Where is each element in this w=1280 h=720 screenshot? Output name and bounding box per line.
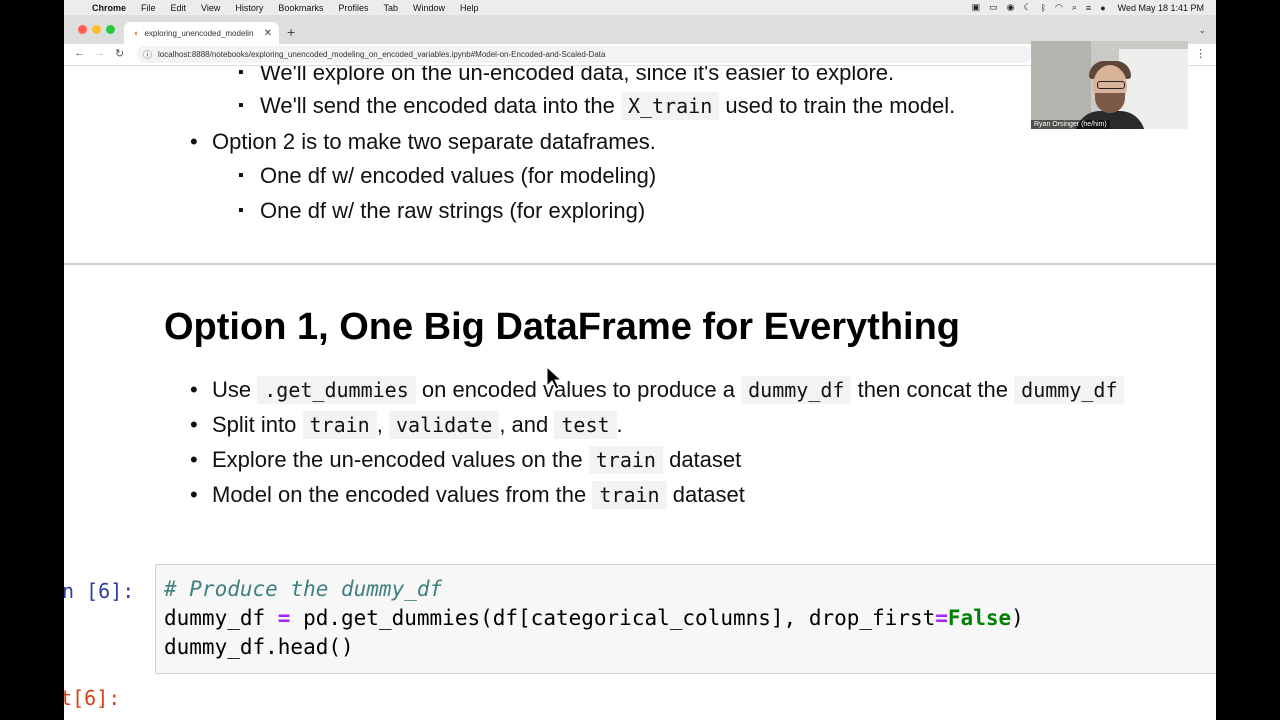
inline-code: .get_dummies <box>257 376 416 404</box>
right-letterbox <box>1216 0 1280 720</box>
notebook-content: We'll explore on the un-encoded data, si… <box>64 66 1216 720</box>
active-tab[interactable]: ◖ exploring_unencoded_modelin ✕ <box>124 22 279 44</box>
menu-file[interactable]: File <box>141 3 156 13</box>
code-line-comment: # Produce the dummy_df <box>164 577 442 601</box>
inline-code: test <box>554 411 617 439</box>
list-text: dataset <box>669 447 742 472</box>
menu-profiles[interactable]: Profiles <box>338 3 368 13</box>
inline-code: X_train <box>620 92 720 120</box>
inline-code: train <box>588 446 663 474</box>
wifi-icon[interactable]: ◠ <box>1055 2 1063 13</box>
code-line-2: dummy_df = pd.get_dummies(df[categorical… <box>164 606 1024 630</box>
section-heading: Option 1, One Big DataFrame for Everythi… <box>164 306 961 348</box>
zoom-status-icon[interactable]: ▣ <box>972 2 981 13</box>
code-keyword: False <box>947 606 1012 630</box>
menu-app-name[interactable]: Chrome <box>92 3 126 13</box>
left-letterbox <box>0 0 64 720</box>
address-bar[interactable]: ⓘ localhost:8888/notebooks/exploring_une… <box>137 46 1032 63</box>
list-text: , <box>376 412 383 437</box>
jupyter-favicon-icon: ◖ <box>133 28 139 38</box>
code-token: dummy_df <box>164 606 278 630</box>
inline-code: validate <box>388 411 500 439</box>
inline-code: dummy_df <box>741 376 852 404</box>
menu-help[interactable]: Help <box>460 3 479 13</box>
code-operator: = <box>935 606 948 630</box>
inline-code: dummy_df <box>1014 376 1125 404</box>
list-text: , and <box>499 412 549 437</box>
tab-close-icon[interactable]: ✕ <box>264 28 272 39</box>
list-item: Option 2 is to make two separate datafra… <box>190 129 656 155</box>
list-text: We'll send the encoded data into the <box>260 93 615 118</box>
menu-tab[interactable]: Tab <box>383 3 398 13</box>
macos-menubar: Chrome File Edit View History Bookmarks … <box>64 0 1216 15</box>
bluetooth-icon[interactable]: ᛒ <box>1041 3 1046 13</box>
list-item: Split into train, validate, and test. <box>190 411 623 439</box>
site-info-icon[interactable]: ⓘ <box>143 48 152 61</box>
record-icon[interactable]: ◉ <box>1007 2 1015 13</box>
minimize-window-button[interactable] <box>92 25 101 34</box>
menu-window[interactable]: Window <box>413 3 445 13</box>
list-text: Explore the un-encoded values on the <box>212 447 583 472</box>
list-text: . <box>616 412 623 437</box>
control-center-icon[interactable]: ≡ <box>1086 3 1091 13</box>
list-item: One df w/ the raw strings (for exploring… <box>238 198 645 224</box>
code-line-3: dummy_df.head() <box>164 635 354 659</box>
webcam-background <box>1031 41 1091 129</box>
tab-search-chevron-icon[interactable]: ⌄ <box>1198 25 1206 36</box>
list-text: dataset <box>672 482 745 507</box>
cell-divider <box>64 263 1216 265</box>
list-text: Use <box>212 377 252 402</box>
inline-code: train <box>592 481 667 509</box>
menu-edit[interactable]: Edit <box>171 3 187 13</box>
webcam-name-label: Ryan Orsinger (he/him) <box>1031 120 1110 129</box>
input-prompt: In [6]: <box>64 579 135 603</box>
browser-menu-icon[interactable]: ⋮ <box>1195 47 1206 60</box>
browser-tab-strip: ◖ exploring_unencoded_modelin ✕ + ⌄ <box>64 15 1216 44</box>
list-item: One df w/ encoded values (for modeling) <box>238 163 656 189</box>
search-icon[interactable]: ⌕ <box>1072 2 1077 13</box>
menubar-clock[interactable]: Wed May 18 1:41 PM <box>1118 3 1204 13</box>
menu-bookmarks[interactable]: Bookmarks <box>278 3 323 13</box>
code-comment: # Produce the dummy_df <box>164 577 443 601</box>
webcam-overlay[interactable]: Ryan Orsinger (he/him) <box>1031 41 1188 129</box>
close-window-button[interactable] <box>78 25 87 34</box>
mouse-pointer-icon <box>546 366 562 390</box>
code-cell-input[interactable]: # Produce the dummy_df dummy_df = pd.get… <box>155 564 1216 674</box>
list-item: Model on the encoded values from the tra… <box>190 481 745 509</box>
tab-title: exploring_unencoded_modelin <box>144 28 254 38</box>
list-item: Explore the un-encoded values on the tra… <box>190 446 742 474</box>
menu-view[interactable]: View <box>201 3 220 13</box>
menu-history[interactable]: History <box>235 3 263 13</box>
siri-icon[interactable]: ● <box>1100 3 1105 13</box>
screen-mirror-icon[interactable]: ▭ <box>989 2 998 13</box>
list-text: used to train the model. <box>725 93 956 118</box>
output-prompt: Out[6]: <box>64 686 121 710</box>
window-controls <box>78 25 120 34</box>
focus-moon-icon[interactable]: ☾ <box>1024 2 1032 13</box>
list-text: Split into <box>212 412 297 437</box>
webcam-person-glasses <box>1097 81 1125 89</box>
zoom-window-button[interactable] <box>106 25 115 34</box>
back-arrow-icon[interactable]: ← <box>74 47 85 59</box>
reload-icon[interactable]: ↻ <box>115 47 124 60</box>
code-operator: = <box>277 606 291 630</box>
list-item: We'll send the encoded data into the X_t… <box>238 92 956 120</box>
code-token: ) <box>1011 606 1024 630</box>
forward-arrow-icon[interactable]: → <box>94 47 105 59</box>
address-url: localhost:8888/notebooks/exploring_unenc… <box>158 50 606 59</box>
list-text: Model on the encoded values from the <box>212 482 587 507</box>
code-token: pd.get_dummies(df[categorical_columns], … <box>290 606 936 630</box>
list-text: on encoded values to produce a <box>421 377 735 402</box>
list-text: then concat the <box>857 377 1009 402</box>
new-tab-button[interactable]: + <box>287 24 295 40</box>
list-item: We'll explore on the un-encoded data, si… <box>238 66 894 86</box>
list-item: Use .get_dummies on encoded values to pr… <box>190 376 1125 404</box>
inline-code: train <box>302 411 377 439</box>
